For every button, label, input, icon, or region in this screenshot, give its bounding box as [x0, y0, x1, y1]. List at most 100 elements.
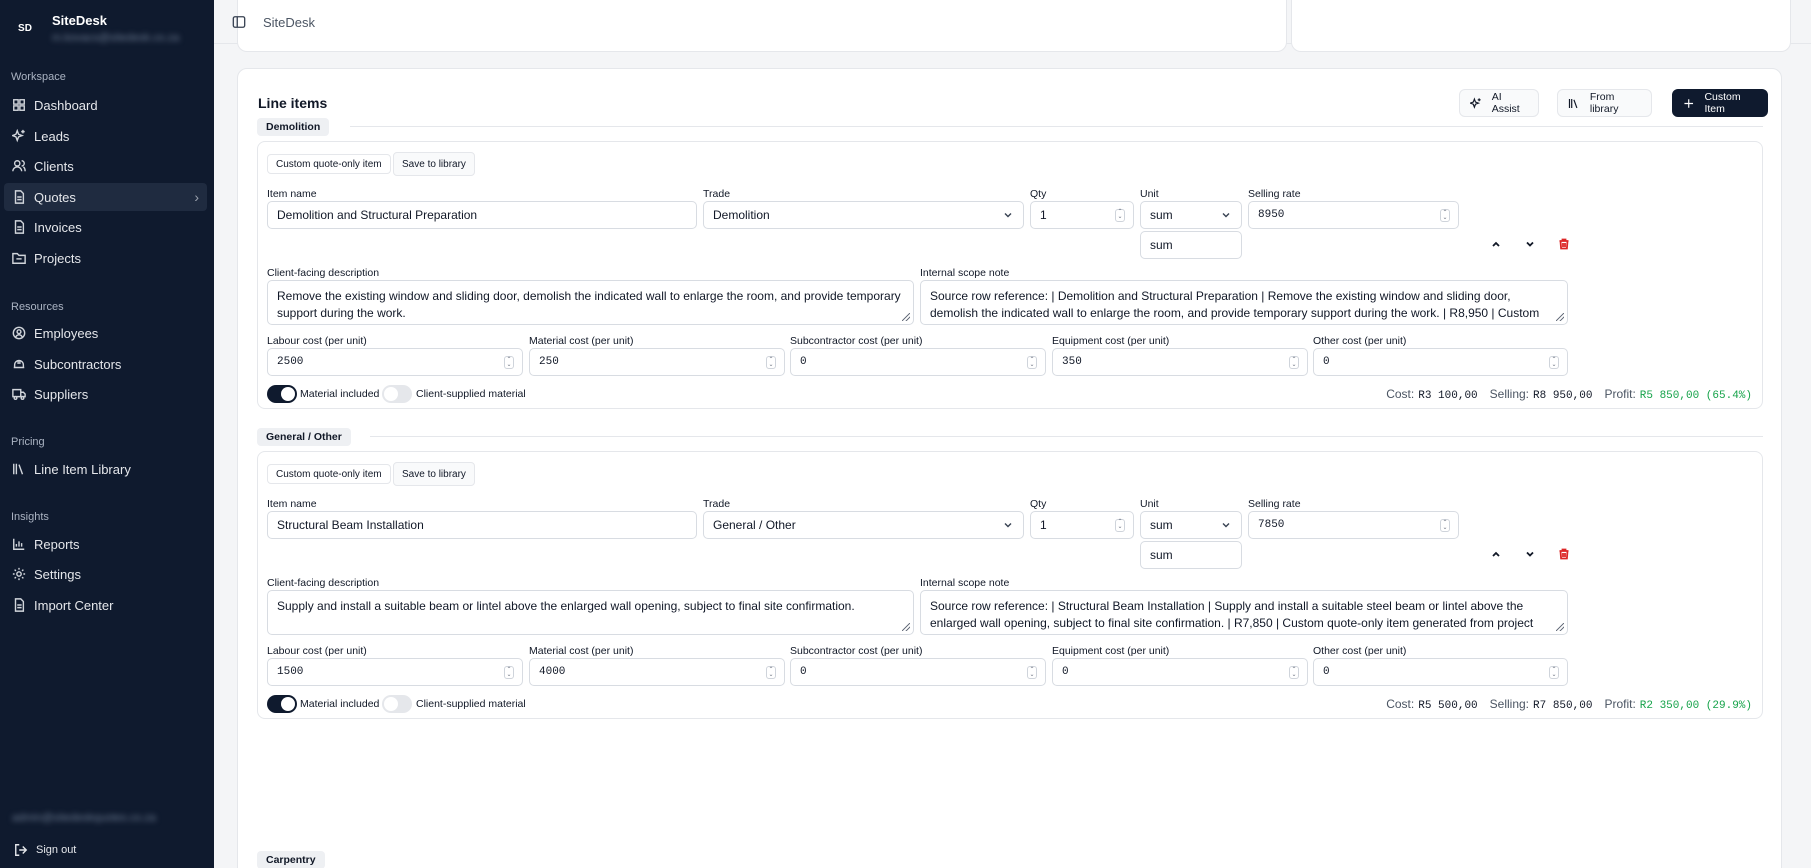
other-cost-value: 0 [1323, 356, 1330, 368]
sidebar-item-label: Leads [34, 128, 70, 144]
stepper-icon[interactable]: ⌃ ⌄ [1115, 519, 1125, 532]
trade-select[interactable]: General / Other [703, 511, 1024, 539]
item-name-input[interactable]: Demolition and Structural Preparation [267, 201, 697, 229]
material-included-toggle[interactable] [267, 695, 297, 713]
move-up-button[interactable] [1490, 547, 1506, 563]
selling-rate-input[interactable]: 7850 ⌃ ⌄ [1248, 511, 1459, 539]
delete-item-button[interactable] [1558, 237, 1574, 253]
selling-total: Selling: R8 950,00 [1490, 387, 1593, 402]
line-item-card: Custom quote-only item Save to library I… [257, 451, 1763, 719]
material-included-toggle[interactable] [267, 385, 297, 403]
item-name-input[interactable]: Structural Beam Installation [267, 511, 697, 539]
move-up-button[interactable] [1490, 237, 1506, 253]
selling-rate-input[interactable]: 8950 ⌃ ⌄ [1248, 201, 1459, 229]
stepper-icon[interactable]: ⌃ ⌄ [1440, 519, 1450, 532]
other-cost-value: 0 [1323, 666, 1330, 678]
sign-out-button[interactable]: Sign out [14, 843, 76, 857]
subcontractor-cost-input[interactable]: 0 ⌃ ⌄ [790, 348, 1046, 376]
qty-label: Qty [1030, 188, 1047, 200]
stepper-icon[interactable]: ⌃ ⌄ [1027, 356, 1037, 369]
client-description-textarea[interactable]: Supply and install a suitable beam or li… [267, 590, 914, 635]
sidebar-item-import-center[interactable]: Import Center [4, 591, 207, 619]
custom-item-button[interactable]: Custom Item [1672, 89, 1768, 117]
qty-input[interactable]: 1 ⌃ ⌄ [1030, 201, 1134, 229]
stepper-icon[interactable]: ⌃ ⌄ [766, 356, 776, 369]
unit-select[interactable]: sum [1140, 201, 1242, 229]
sidebar-item-label: Projects [34, 250, 81, 266]
material-cost-label: Material cost (per unit) [529, 645, 634, 657]
move-down-button[interactable] [1524, 547, 1540, 563]
sidebar-item-line-item-library[interactable]: Line Item Library [4, 455, 207, 483]
custom-unit-input[interactable]: sum [1140, 541, 1242, 569]
client-description-value: Remove the existing window and sliding d… [277, 289, 901, 320]
sidebar-item-quotes[interactable]: Quotes › [4, 183, 207, 211]
subcontractor-cost-input[interactable]: 0 ⌃ ⌄ [790, 658, 1046, 686]
material-cost-value: 250 [539, 356, 559, 368]
stepper-icon[interactable]: ⌃ ⌄ [1289, 356, 1299, 369]
profit-total: Profit: R2 350,00 (29.9%) [1604, 697, 1752, 712]
from-library-button[interactable]: From library [1557, 89, 1652, 117]
library-icon [13, 463, 24, 475]
unit-select[interactable]: sum [1140, 511, 1242, 539]
stepper-icon[interactable]: ⌃ ⌄ [1027, 666, 1037, 679]
equipment-cost-input[interactable]: 0 ⌃ ⌄ [1052, 658, 1308, 686]
stepper-icon[interactable]: ⌃ ⌄ [1289, 666, 1299, 679]
move-down-button[interactable] [1524, 237, 1540, 253]
resize-handle-icon[interactable] [902, 313, 910, 321]
labour-cost-input[interactable]: 1500 ⌃ ⌄ [267, 658, 523, 686]
other-cost-input[interactable]: 0 ⌃ ⌄ [1313, 658, 1568, 686]
stepper-icon[interactable]: ⌃ ⌄ [504, 356, 514, 369]
sidebar-item-suppliers[interactable]: Suppliers [4, 380, 207, 408]
sidebar-item-projects[interactable]: Projects [4, 244, 207, 272]
internal-note-textarea[interactable]: Source row reference: | Structural Beam … [920, 590, 1568, 635]
selling-label: Selling: [1489, 387, 1530, 401]
stepper-icon[interactable]: ⌃ ⌄ [766, 666, 776, 679]
sidebar-item-employees[interactable]: Employees [4, 319, 207, 347]
resize-handle-icon[interactable] [1556, 313, 1564, 321]
save-to-library-button[interactable]: Save to library [393, 462, 475, 486]
save-to-library-button[interactable]: Save to library [393, 152, 475, 176]
section-resources: Resources [11, 301, 64, 313]
resize-handle-icon[interactable] [1556, 623, 1564, 631]
trade-select[interactable]: Demolition [703, 201, 1024, 229]
sidebar-item-invoices[interactable]: Invoices [4, 213, 207, 241]
delete-item-button[interactable] [1558, 547, 1574, 563]
sidebar-toggle-icon[interactable] [232, 15, 246, 29]
stepper-icon[interactable]: ⌃ ⌄ [1115, 209, 1125, 222]
item-totals: Cost: R5 500,00 Selling: R7 850,00 Profit:… [1386, 697, 1752, 712]
sidebar-item-clients[interactable]: Clients [4, 152, 207, 180]
section-workspace: Workspace [11, 71, 66, 83]
client-supplied-toggle[interactable] [382, 385, 412, 403]
material-cost-input[interactable]: 4000 ⌃ ⌄ [529, 658, 785, 686]
material-cost-label: Material cost (per unit) [529, 335, 634, 347]
resize-handle-icon[interactable] [902, 623, 910, 631]
hardhat-icon [13, 359, 25, 369]
stepper-icon[interactable]: ⌃ ⌄ [504, 666, 514, 679]
internal-note-textarea[interactable]: Source row reference: | Demolition and S… [920, 280, 1568, 325]
sidebar-item-leads[interactable]: Leads [4, 122, 207, 150]
breadcrumb[interactable]: SiteDesk [263, 15, 315, 30]
account-email: m.kovacs@sitedesk.co.za [52, 31, 180, 44]
custom-unit-input[interactable]: sum [1140, 231, 1242, 259]
qty-label: Qty [1030, 498, 1047, 510]
sidebar-item-settings[interactable]: Settings [4, 560, 207, 588]
stepper-icon[interactable]: ⌃ ⌄ [1549, 666, 1559, 679]
cost-label: Cost: [1386, 697, 1415, 711]
sidebar-item-dashboard[interactable]: Dashboard [4, 91, 207, 119]
material-cost-input[interactable]: 250 ⌃ ⌄ [529, 348, 785, 376]
client-supplied-toggle[interactable] [382, 695, 412, 713]
ai-assist-button[interactable]: AI Assist [1459, 89, 1539, 117]
labour-cost-input[interactable]: 2500 ⌃ ⌄ [267, 348, 523, 376]
stepper-icon[interactable]: ⌃ ⌄ [1549, 356, 1559, 369]
sidebar-item-reports[interactable]: Reports [4, 530, 207, 558]
brand[interactable]: SD SiteDesk m.kovacs@sitedesk.co.za [10, 10, 179, 46]
sidebar-item-label: Quotes [34, 189, 76, 205]
qty-input[interactable]: 1 ⌃ ⌄ [1030, 511, 1134, 539]
stepper-icon[interactable]: ⌃ ⌄ [1440, 209, 1450, 222]
sidebar-item-subcontractors[interactable]: Subcontractors [4, 350, 207, 378]
group-label-general-other: General / Other [257, 428, 351, 446]
other-cost-input[interactable]: 0 ⌃ ⌄ [1313, 348, 1568, 376]
client-description-textarea[interactable]: Remove the existing window and sliding d… [267, 280, 914, 325]
chevron-up-icon [1492, 551, 1500, 557]
equipment-cost-input[interactable]: 350 ⌃ ⌄ [1052, 348, 1308, 376]
